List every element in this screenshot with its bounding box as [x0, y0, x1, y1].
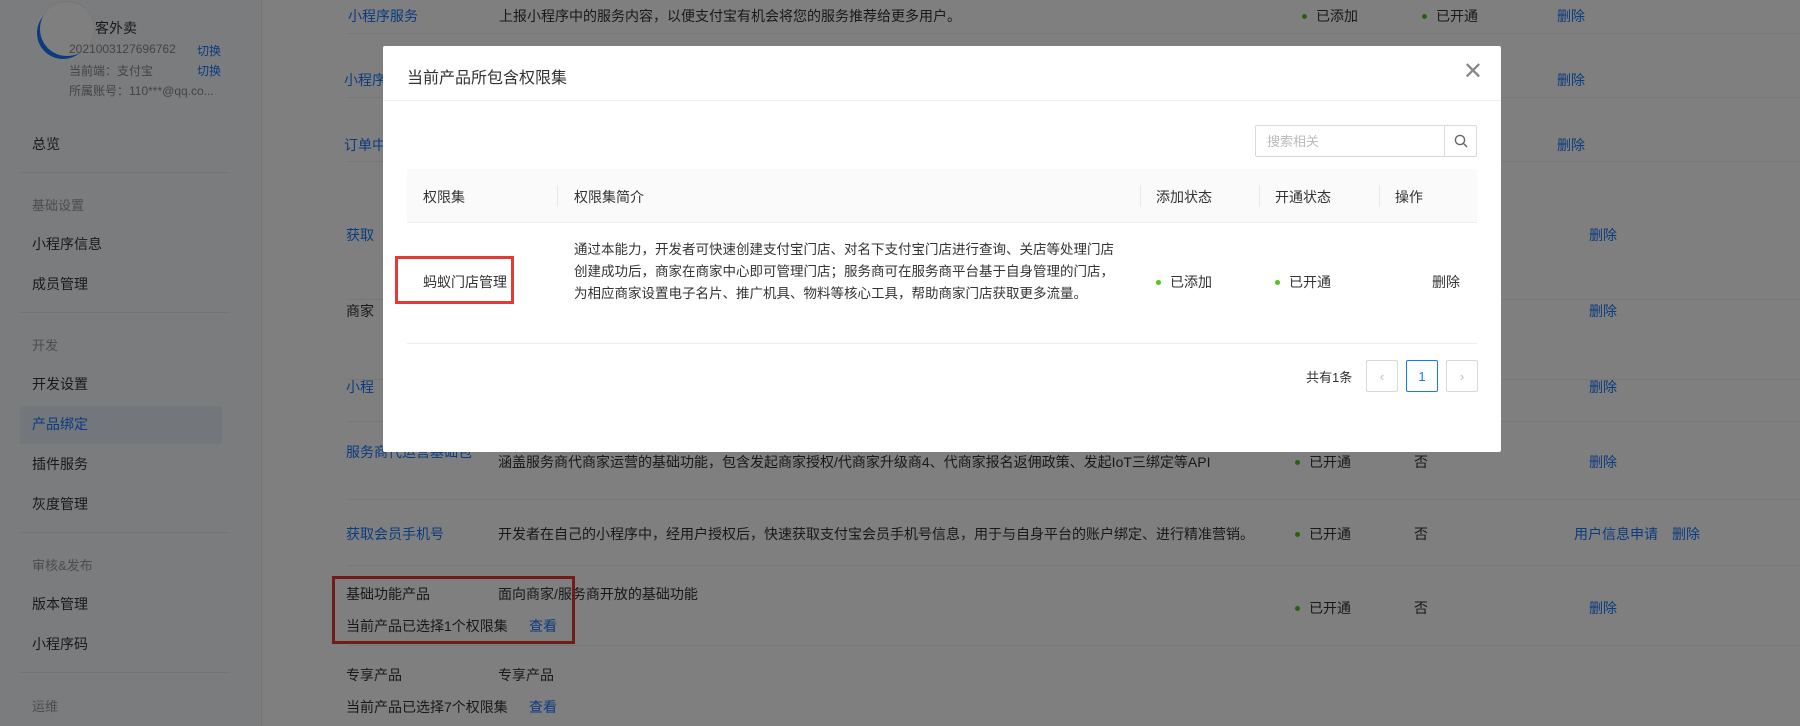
highlight-box: [395, 256, 514, 304]
search-box: [1255, 125, 1477, 157]
page-1-button[interactable]: 1: [1406, 360, 1438, 392]
add-status: 已添加: [1156, 272, 1212, 292]
search-icon: [1454, 134, 1467, 148]
open-status: 已开通: [1275, 272, 1331, 292]
column-action: 操作: [1395, 189, 1423, 205]
search-input[interactable]: [1256, 126, 1446, 156]
table-header: 权限集 权限集简介 添加状态 开通状态 操作: [407, 169, 1477, 223]
column-description: 权限集简介: [574, 189, 644, 205]
column-permission-set: 权限集: [423, 189, 465, 205]
column-divider: [557, 185, 558, 207]
modal-header: 当前产品所包含权限集 ✕: [383, 46, 1501, 101]
column-add-status: 添加状态: [1156, 189, 1212, 205]
close-icon[interactable]: ✕: [1463, 58, 1483, 86]
column-divider: [1379, 185, 1380, 207]
search-button[interactable]: [1444, 126, 1476, 156]
permission-set-desc: 通过本能力，开发者可快速创建支付宝门店、对名下支付宝门店进行查询、关店等处理门店…: [574, 242, 1114, 301]
table-row: 蚂蚁门店管理 通过本能力，开发者可快速创建支付宝门店、对名下支付宝门店进行查询、…: [407, 223, 1477, 344]
prev-page-button[interactable]: ‹: [1366, 360, 1398, 392]
modal-title: 当前产品所包含权限集: [407, 70, 568, 87]
permission-set-modal: 当前产品所包含权限集 ✕ 权限集 权限集简介 添加状态 开通状态 操作 蚂蚁门店…: [383, 46, 1501, 452]
column-divider: [1140, 185, 1141, 207]
column-open-status: 开通状态: [1275, 189, 1331, 205]
total-count: 共有1条: [1306, 370, 1353, 385]
column-divider: [1259, 185, 1260, 207]
next-page-button[interactable]: ›: [1446, 360, 1478, 392]
delete-link[interactable]: 删除: [1432, 272, 1460, 292]
